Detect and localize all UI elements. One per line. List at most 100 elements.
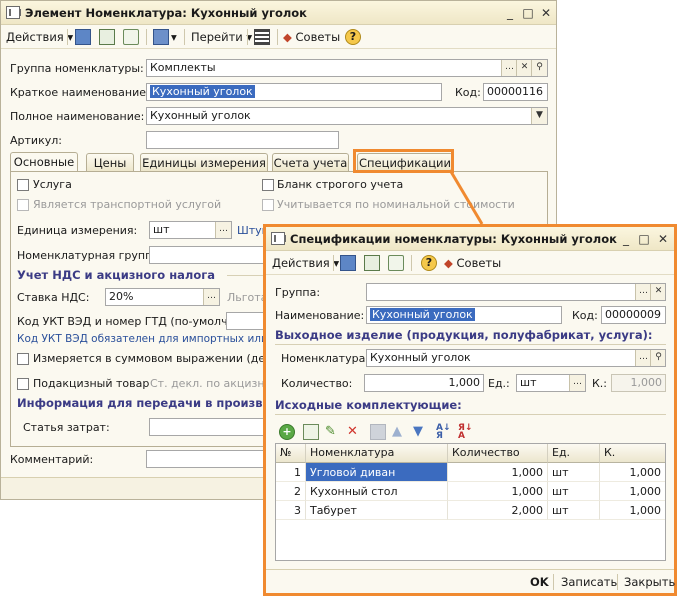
spec-code-label: Код: xyxy=(572,309,598,322)
edit-icon[interactable]: ✎ xyxy=(325,424,341,440)
search-icon[interactable]: ⚲ xyxy=(531,60,547,76)
clear-icon[interactable]: ✕ xyxy=(516,60,532,76)
unit-field[interactable]: шт … xyxy=(149,221,232,239)
ok-button[interactable]: OK xyxy=(530,573,549,591)
refresh-icon[interactable] xyxy=(388,255,404,271)
help-icon[interactable]: ? xyxy=(345,29,361,45)
spec-group-label: Группа: xyxy=(275,286,321,299)
vat-field[interactable]: 20% … xyxy=(105,288,220,306)
nom-group-field[interactable] xyxy=(149,246,269,264)
save-icon[interactable] xyxy=(340,255,356,271)
ukt-field[interactable] xyxy=(226,312,266,330)
window-icon xyxy=(6,6,21,19)
add-icon[interactable]: + xyxy=(279,424,295,440)
spec-title: Спецификации номенклатуры: Кухонный угол… xyxy=(290,232,617,246)
copy-icon[interactable] xyxy=(303,424,319,440)
components-table[interactable]: № Номенклатура Количество Ед. К. 1 Углов… xyxy=(275,443,666,561)
actions-menu[interactable]: Действия ▾ xyxy=(6,28,73,46)
full-name-field[interactable]: Кухонный уголок ▼ xyxy=(146,107,548,125)
move-icon[interactable] xyxy=(153,29,169,45)
cost-item-field[interactable] xyxy=(149,418,269,436)
close-icon[interactable]: ✕ xyxy=(538,5,554,21)
spec-nom-field[interactable]: Кухонный уголок … ⚲ xyxy=(366,349,666,367)
spec-button-bar: OK Записать Закрыть xyxy=(266,569,675,593)
chevron-down-icon[interactable]: ▼ xyxy=(531,108,547,124)
spec-actions-menu[interactable]: Действия ▾ xyxy=(272,254,339,272)
service-label: Услуга xyxy=(33,178,72,191)
spec-group-field[interactable]: … ✕ xyxy=(366,283,666,301)
sum-measure-checkbox[interactable] xyxy=(17,353,29,365)
spec-tips-button[interactable]: ◆ Советы xyxy=(444,254,501,272)
spec-name-field[interactable]: Кухонный уголок xyxy=(366,306,562,324)
refresh-icon[interactable] xyxy=(123,29,139,45)
move-down-icon[interactable]: ▼ xyxy=(413,424,429,440)
select-button[interactable]: … xyxy=(215,222,231,238)
tab-basic[interactable]: Основные xyxy=(10,152,78,172)
output-section-title: Выходное изделие (продукция, полуфабрика… xyxy=(275,328,653,342)
goto-menu[interactable]: Перейти ▾ xyxy=(191,28,252,46)
excise-checkbox[interactable] xyxy=(17,378,29,390)
strict-form-checkbox[interactable] xyxy=(262,179,274,191)
sort-desc-icon[interactable]: Я↓ A xyxy=(458,424,474,441)
excise-label: Подакцизный товар xyxy=(33,377,150,390)
group-field[interactable]: Комплекты … ✕ ⚲ xyxy=(146,59,548,77)
tab-specifications[interactable]: Спецификации xyxy=(357,153,453,172)
select-button[interactable]: … xyxy=(635,284,651,300)
cost-item-label: Статья затрат: xyxy=(23,421,110,434)
col-header-nomenclature[interactable]: Номенклатура xyxy=(306,444,448,463)
spec-toolbar: Действия ▾ ? ◆ Советы xyxy=(266,251,674,275)
delete-icon[interactable]: ✕ xyxy=(347,424,363,440)
ukt-label: Код УКТ ВЭД и номер ГТД (по-умолч.): xyxy=(17,315,240,328)
maximize-icon[interactable]: □ xyxy=(520,5,536,21)
image-icon[interactable] xyxy=(99,29,115,45)
spec-code-field[interactable]: 00000009 xyxy=(601,306,666,324)
code-field[interactable]: 00000116 xyxy=(483,83,548,101)
input-section-title: Исходные комплектующие: xyxy=(275,398,462,412)
transport-checkbox[interactable] xyxy=(17,199,29,211)
select-button[interactable]: … xyxy=(203,289,219,305)
spec-titlebar[interactable]: Спецификации номенклатуры: Кухонный угол… xyxy=(266,227,674,251)
minimize-icon[interactable]: _ xyxy=(502,5,518,21)
col-header-num[interactable]: № xyxy=(276,444,306,463)
image-icon[interactable] xyxy=(364,255,380,271)
tab-units[interactable]: Единицы измерения xyxy=(140,153,268,172)
nominal-checkbox[interactable] xyxy=(262,199,274,211)
help-icon[interactable]: ? xyxy=(421,255,437,271)
vat-benefit-link[interactable]: Льгота xyxy=(227,290,267,306)
clear-icon[interactable]: ✕ xyxy=(650,284,665,300)
tips-button[interactable]: ◆ Советы xyxy=(283,28,340,46)
col-header-k[interactable]: К. xyxy=(600,444,665,463)
save-icon[interactable] xyxy=(75,29,91,45)
short-name-field[interactable]: Кухонный уголок xyxy=(146,83,442,101)
article-field[interactable] xyxy=(146,131,339,149)
close-button[interactable]: Закрыть xyxy=(624,573,675,591)
main-titlebar[interactable]: Элемент Номенклатура: Кухонный уголок _ … xyxy=(1,1,556,25)
select-button[interactable]: … xyxy=(635,350,651,366)
close-icon[interactable]: ✕ xyxy=(655,231,671,247)
col-header-unit[interactable]: Ед. xyxy=(548,444,600,463)
select-button[interactable]: … xyxy=(569,375,585,391)
list-icon[interactable] xyxy=(254,29,270,45)
spec-qty-field[interactable]: 1,000 xyxy=(364,374,484,392)
select-button[interactable]: … xyxy=(501,60,517,76)
save-button[interactable]: Записать xyxy=(561,573,617,591)
move-up-icon[interactable]: ▲ xyxy=(392,424,408,440)
minimize-icon[interactable]: _ xyxy=(618,231,634,247)
col-header-quantity[interactable]: Количество xyxy=(448,444,548,463)
move-dropdown[interactable]: ▾ xyxy=(171,28,177,46)
excise-note: Ст. декл. по акцизном xyxy=(150,377,280,390)
sort-asc-icon[interactable]: A↓ Я xyxy=(436,424,452,441)
group-label: Группа номенклатуры: xyxy=(10,62,144,75)
tab-prices[interactable]: Цены xyxy=(86,153,134,172)
strict-form-label: Бланк строгого учета xyxy=(277,178,404,191)
search-icon[interactable]: ⚲ xyxy=(650,350,665,366)
transport-label: Является транспортной услугой xyxy=(33,198,222,211)
window-icon xyxy=(271,232,286,245)
spec-name-label: Наименование: xyxy=(275,309,365,322)
tab-accounts[interactable]: Счета учета xyxy=(272,153,349,172)
maximize-icon[interactable]: □ xyxy=(636,231,652,247)
comment-field[interactable] xyxy=(146,450,266,468)
service-checkbox[interactable] xyxy=(17,179,29,191)
spec-unit-field[interactable]: шт … xyxy=(516,374,586,392)
spec-k-field: 1,000 xyxy=(611,374,666,392)
